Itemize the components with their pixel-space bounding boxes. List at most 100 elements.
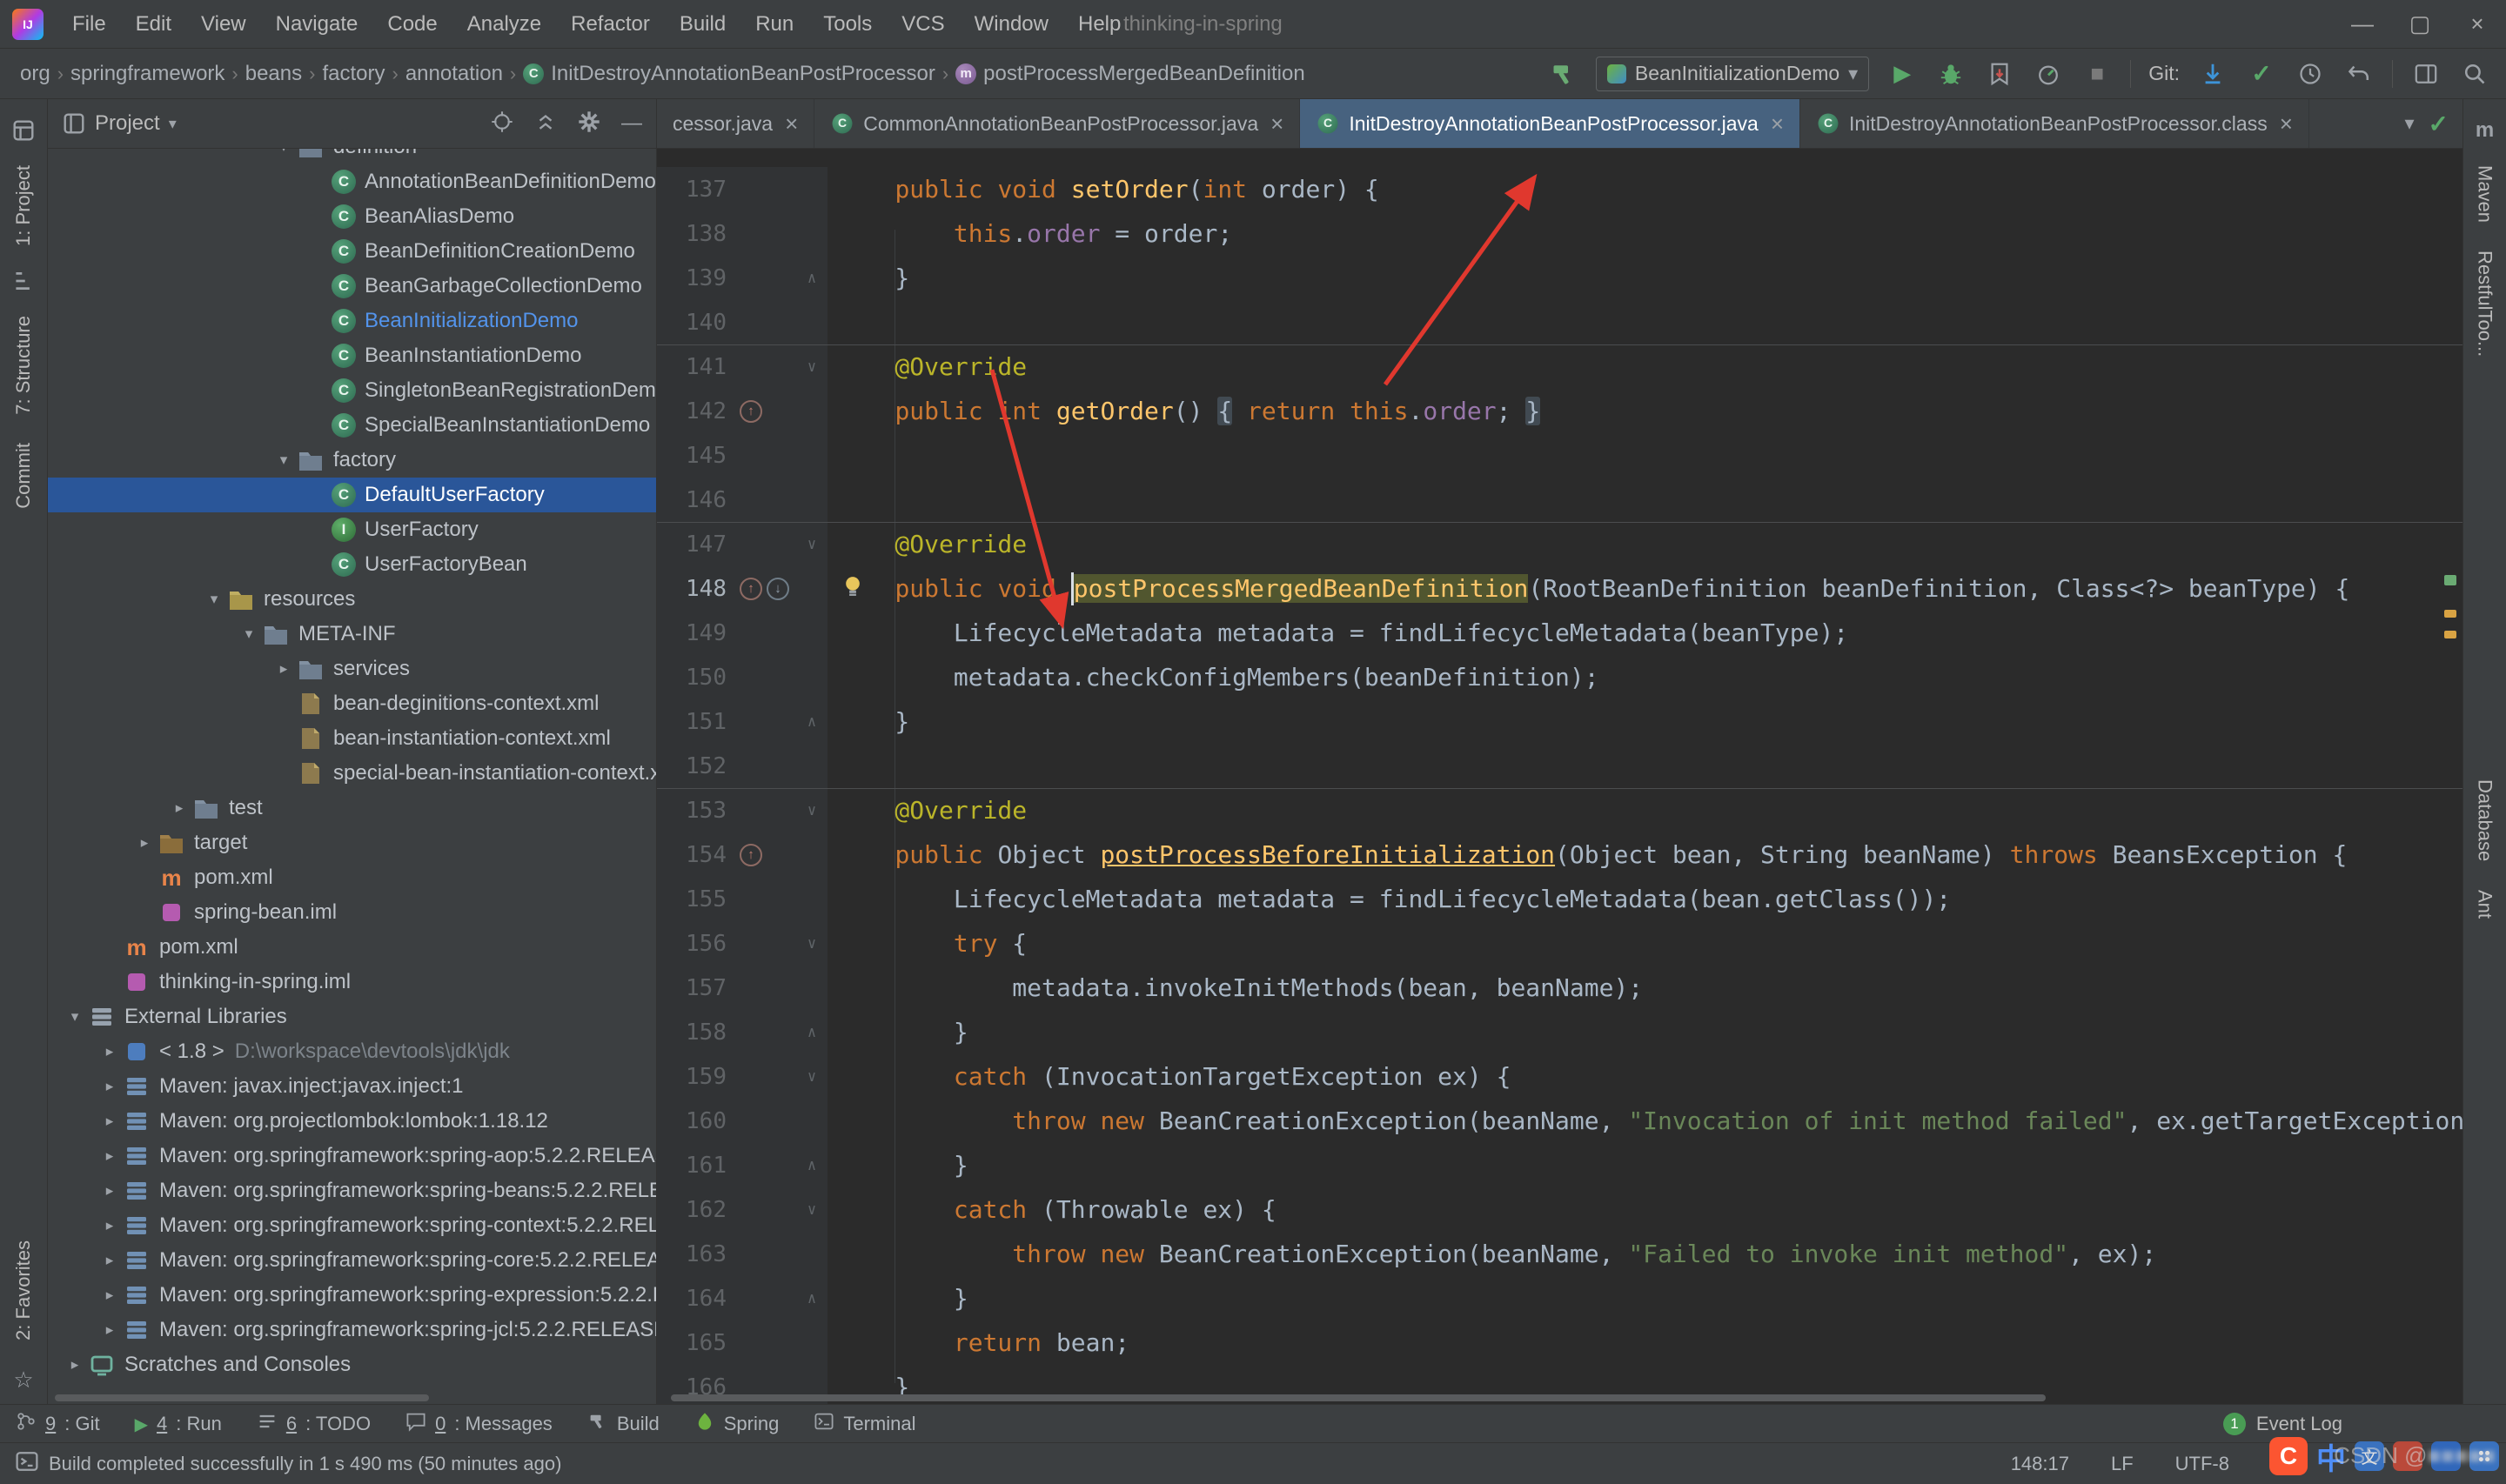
sidebar-item-favorites[interactable]: 2: Favorites — [12, 1240, 35, 1340]
code-line-137[interactable]: 137 public void setOrder(int order) { — [657, 167, 2462, 211]
tree-expand-icon[interactable]: ▸ — [97, 1252, 123, 1269]
code-line-165[interactable]: 165 return bean; — [657, 1320, 2462, 1365]
rollback-icon[interactable] — [2343, 58, 2375, 90]
tree-expand-icon[interactable]: ▾ — [62, 1008, 88, 1026]
collapse-all-icon[interactable] — [534, 110, 557, 137]
tree-item[interactable]: ▾resources — [48, 582, 656, 617]
background-tasks-icon[interactable] — [16, 1450, 38, 1478]
tree-item[interactable]: CBeanInitializationDemo — [48, 304, 656, 338]
project-horizontal-scrollbar[interactable] — [48, 1392, 656, 1404]
fold-marker-icon[interactable]: ∨ — [796, 344, 828, 389]
code-line-142[interactable]: 142↑ public int getOrder() { return this… — [657, 389, 2462, 433]
tab-close-icon[interactable]: × — [1270, 110, 1283, 137]
code-line-161[interactable]: 161∧ } — [657, 1143, 2462, 1187]
code-line-150[interactable]: 150 metadata.checkConfigMembers(beanDefi… — [657, 655, 2462, 699]
code-line-158[interactable]: 158∧ } — [657, 1010, 2462, 1054]
hide-panel-icon[interactable]: — — [621, 111, 642, 136]
profiler-button[interactable] — [2033, 58, 2064, 90]
stripe-mark-yellow[interactable] — [2444, 631, 2456, 638]
tree-item[interactable]: mpom.xml — [48, 860, 656, 895]
tree-expand-icon[interactable]: ▾ — [271, 149, 297, 156]
tree-item[interactable]: ▸Maven: org.springframework:spring-aop:5… — [48, 1139, 656, 1173]
file-encoding[interactable]: UTF-8 — [2175, 1453, 2229, 1475]
menu-item-navigate[interactable]: Navigate — [261, 12, 373, 37]
fold-marker-icon[interactable]: ∨ — [796, 788, 828, 832]
tree-item[interactable]: ▾definition — [48, 149, 656, 164]
tree-item[interactable]: ▸Maven: org.springframework:spring-conte… — [48, 1208, 656, 1243]
sidebar-item-database[interactable]: Database — [2474, 779, 2496, 861]
tree-expand-icon[interactable]: ▸ — [97, 1147, 123, 1165]
structure-tool-icon[interactable] — [11, 269, 36, 293]
stripe-mark-yellow[interactable] — [2444, 610, 2456, 618]
code-line-162[interactable]: 162∨ catch (Throwable ex) { — [657, 1187, 2462, 1232]
git-commit-icon[interactable]: ✓ — [2246, 58, 2277, 90]
toolwindow-button-terminal[interactable]: Terminal — [814, 1411, 915, 1437]
tree-item[interactable]: ▾factory — [48, 443, 656, 478]
breadcrumb-annotation[interactable]: annotation — [401, 62, 507, 86]
code-line-159[interactable]: 159∨ catch (InvocationTargetException ex… — [657, 1054, 2462, 1099]
coverage-button[interactable] — [1984, 58, 2015, 90]
build-hammer-icon[interactable] — [1547, 58, 1578, 90]
tree-item[interactable]: ▸Maven: org.projectlombok:lombok:1.18.12 — [48, 1104, 656, 1139]
editor-tab[interactable]: CCommonAnnotationBeanPostProcessor.java× — [814, 99, 1300, 148]
tab-close-icon[interactable]: × — [785, 110, 798, 137]
caret-position[interactable]: 148:17 — [2011, 1453, 2069, 1475]
git-update-icon[interactable] — [2197, 58, 2228, 90]
breadcrumb-factory[interactable]: factory — [318, 62, 389, 86]
tree-expand-icon[interactable]: ▾ — [271, 451, 297, 469]
menu-item-window[interactable]: Window — [960, 12, 1063, 37]
breadcrumb-beans[interactable]: beans — [241, 62, 306, 86]
fold-marker-icon[interactable]: ∧ — [796, 1010, 828, 1054]
code-line-138[interactable]: 138 this.order = order; — [657, 211, 2462, 256]
tree-item[interactable]: IUserFactory — [48, 512, 656, 547]
tree-item[interactable]: CBeanAliasDemo — [48, 199, 656, 234]
tree-item[interactable]: thinking-in-spring.iml — [48, 965, 656, 999]
editor-tab[interactable]: CInitDestroyAnnotationBeanPostProcessor.… — [1800, 99, 2309, 148]
toolwindow-button-messages[interactable]: 0: Messages — [405, 1411, 553, 1437]
fold-marker-icon[interactable]: ∧ — [796, 1276, 828, 1320]
tree-item[interactable]: special-bean-instantiation-context.xml — [48, 756, 656, 791]
code-line-141[interactable]: 141∨ @Override — [657, 344, 2462, 389]
maximize-button[interactable]: ▢ — [2391, 0, 2449, 49]
tree-item[interactable]: ▸Scratches and Consoles — [48, 1347, 656, 1382]
tree-item[interactable]: CBeanInstantiationDemo — [48, 338, 656, 373]
toolwindow-button-spring[interactable]: Spring — [694, 1411, 780, 1437]
intention-bulb-icon[interactable] — [841, 574, 864, 603]
tree-expand-icon[interactable]: ▾ — [236, 625, 262, 643]
fold-marker-icon[interactable]: ∨ — [796, 1054, 828, 1099]
history-icon[interactable] — [2295, 58, 2326, 90]
tree-expand-icon[interactable]: ▸ — [97, 1043, 123, 1060]
tree-item[interactable]: ▸Maven: org.springframework:spring-jcl:5… — [48, 1313, 656, 1347]
stripe-mark-green[interactable] — [2444, 575, 2456, 585]
error-stripe[interactable] — [2440, 201, 2461, 1387]
code-line-152[interactable]: 152 — [657, 744, 2462, 788]
code-line-155[interactable]: 155 LifecycleMetadata metadata = findLif… — [657, 877, 2462, 921]
scrollbar-thumb[interactable] — [671, 1394, 2046, 1401]
override-gutter-icon[interactable]: ↑ — [740, 578, 762, 600]
tree-item[interactable]: CDefaultUserFactory — [48, 478, 656, 512]
override-gutter-icon[interactable]: ↑ — [740, 844, 762, 866]
tree-item[interactable]: CBeanGarbageCollectionDemo — [48, 269, 656, 304]
gear-icon[interactable] — [578, 110, 600, 137]
code-line-160[interactable]: 160 throw new BeanCreationException(bean… — [657, 1099, 2462, 1143]
status-message[interactable]: Build completed successfully in 1 s 490 … — [49, 1453, 561, 1475]
tree-item[interactable]: ▸< 1.8 >D:\workspace\devtools\jdk\jdk — [48, 1034, 656, 1069]
code-line-153[interactable]: 153∨ @Override — [657, 788, 2462, 832]
code-line-154[interactable]: 154↑ public Object postProcessBeforeInit… — [657, 832, 2462, 877]
tab-close-icon[interactable]: × — [2280, 110, 2293, 137]
tree-item[interactable]: ▸test — [48, 791, 656, 826]
editor-tab[interactable]: CInitDestroyAnnotationBeanPostProcessor.… — [1300, 99, 1800, 148]
minimize-button[interactable]: — — [2334, 0, 2391, 49]
fold-marker-icon[interactable]: ∧ — [796, 699, 828, 744]
editor-tab[interactable]: cessor.java× — [657, 99, 814, 148]
tree-item[interactable]: ▸Maven: org.springframework:spring-beans… — [48, 1173, 656, 1208]
run-config-selector[interactable]: BeanInitializationDemo ▾ — [1596, 57, 1869, 91]
fold-marker-icon[interactable]: ∨ — [796, 1187, 828, 1232]
tree-item[interactable]: CSpecialBeanInstantiationDemo — [48, 408, 656, 443]
sidebar-item-ant[interactable]: Ant — [2474, 890, 2496, 919]
tree-expand-icon[interactable]: ▸ — [271, 660, 297, 678]
tree-item[interactable]: ▸Maven: org.springframework:spring-core:… — [48, 1243, 656, 1278]
tree-expand-icon[interactable]: ▸ — [97, 1113, 123, 1130]
code-line-156[interactable]: 156∨ try { — [657, 921, 2462, 966]
code-line-147[interactable]: 147∨ @Override — [657, 522, 2462, 566]
